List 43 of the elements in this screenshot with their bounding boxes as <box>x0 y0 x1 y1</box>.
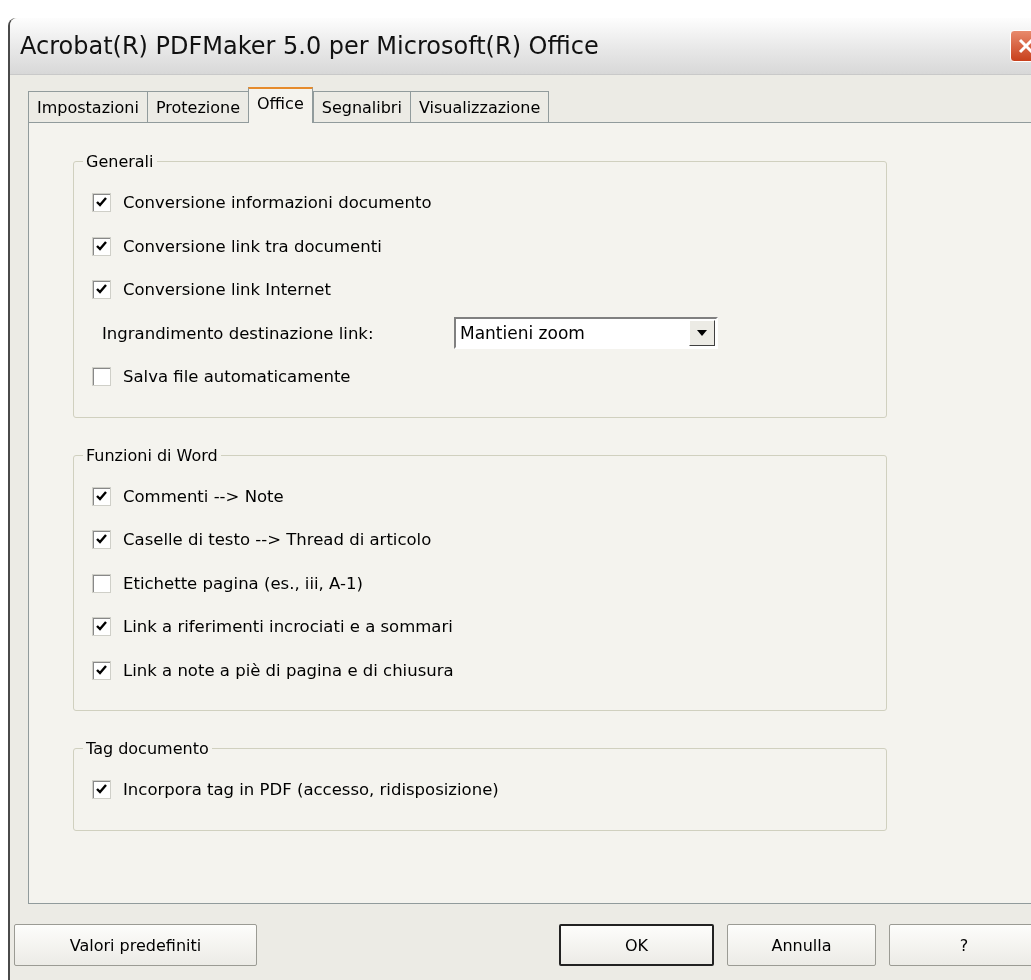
check-icon <box>96 534 107 546</box>
check-icon <box>96 197 107 209</box>
group-title: Generali <box>85 152 155 171</box>
dialog-button[interactable]: OK <box>559 924 714 966</box>
checkbox-label: Conversione link tra documenti <box>123 236 382 256</box>
dialog-button[interactable]: Valori predefiniti <box>14 924 257 966</box>
checkbox[interactable] <box>92 617 111 637</box>
checkbox-label: Incorpora tag in PDF (accesso, ridisposizione) <box>123 780 499 800</box>
check-icon <box>96 784 107 796</box>
checkbox-label: Conversione link Internet <box>123 280 331 300</box>
check-icon <box>96 490 107 502</box>
dropdown[interactable]: Mantieni zoom <box>454 317 718 350</box>
checkbox-label: Link a riferimenti incrociati e a sommari <box>123 617 453 637</box>
check-icon <box>96 664 107 676</box>
checkbox[interactable] <box>92 660 111 680</box>
tab[interactable]: Office <box>248 87 313 123</box>
checkbox-label: Conversione informazioni documento <box>123 193 432 213</box>
checkbox[interactable] <box>92 573 111 593</box>
dropdown-label: Ingrandimento destinazione link: <box>101 323 375 343</box>
group-title: Funzioni di Word <box>85 445 219 465</box>
check-icon <box>96 621 107 633</box>
check-icon <box>96 284 107 296</box>
group-title: Tag documento <box>85 739 210 758</box>
checkbox-label: Caselle di testo --> Thread di articolo <box>123 530 432 550</box>
checkbox-label: Link a note a piè di pagina e di chiusura <box>123 660 454 680</box>
checkbox[interactable] <box>92 367 111 387</box>
checkbox[interactable] <box>92 780 111 800</box>
dialog-button[interactable]: ? <box>889 924 1031 966</box>
checkbox-label: Salva file automaticamente <box>123 367 351 387</box>
tab[interactable]: Impostazioni <box>28 91 148 123</box>
close-icon <box>1017 37 1031 55</box>
checkbox-label: Commenti --> Note <box>123 486 284 506</box>
window-title: Acrobat(R) PDFMaker 5.0 per Microsoft(R) Office <box>20 32 599 60</box>
checkbox[interactable] <box>92 236 111 256</box>
checkbox[interactable] <box>92 193 111 213</box>
checkbox[interactable] <box>92 486 111 506</box>
check-icon <box>96 240 107 252</box>
tab[interactable]: Visualizzazione <box>409 91 550 123</box>
checkbox-label: Etichette pagina (es., iii, A-1) <box>123 573 363 593</box>
dialog-button[interactable]: Annulla <box>727 924 876 966</box>
tab[interactable]: Segnalibri <box>312 91 411 123</box>
checkbox[interactable] <box>92 280 111 300</box>
checkbox[interactable] <box>92 530 111 550</box>
